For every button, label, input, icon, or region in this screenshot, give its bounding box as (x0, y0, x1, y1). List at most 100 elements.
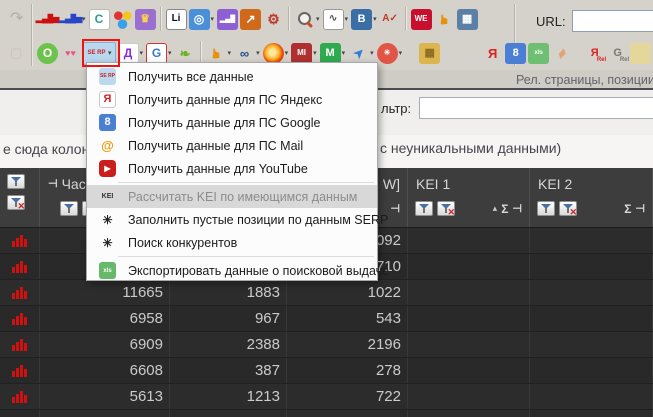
xls-export-button[interactable]: xls (528, 42, 550, 64)
hand-orange-button[interactable]: ☛ (206, 43, 227, 64)
trend-orange-button[interactable]: ↗ (240, 8, 262, 30)
eraser-button[interactable]: ▰ (551, 43, 572, 64)
menu-item-get-all-data[interactable]: SE RP Получить все данные (87, 65, 377, 88)
leaf-green-icon[interactable]: ❧ (175, 43, 196, 64)
url-input[interactable] (571, 10, 653, 32)
yandex-rel-button[interactable]: Я Rel (584, 43, 606, 64)
red-bars-icon (12, 234, 27, 247)
mini-chart-button-caret[interactable]: ▾ (345, 15, 349, 23)
search-magnifier-button[interactable] (294, 9, 315, 30)
toolbar-separator (159, 7, 162, 31)
stats-purple-button[interactable]: ▂▄█ (217, 8, 239, 30)
calculator-button[interactable]: ▦ (456, 8, 478, 30)
mi-service-button-caret[interactable]: ▾ (313, 49, 317, 57)
pin-icon[interactable]: ⊣ (390, 202, 400, 215)
toolbar-separator (404, 7, 407, 31)
table-row[interactable]: 6909 2388 2196 (0, 332, 653, 358)
spy-incognito-button[interactable]: ∞ (234, 43, 255, 64)
target-blue-button[interactable]: ◎ (188, 8, 210, 30)
boot-blue-button-caret[interactable]: ▾ (370, 49, 374, 57)
filter-funnel-button[interactable] (415, 201, 433, 216)
yandex-direct-button-caret[interactable]: ▾ (140, 49, 144, 57)
m-green-button[interactable]: M (319, 42, 341, 64)
target-blue-button-caret[interactable]: ▾ (211, 15, 215, 23)
serp-button[interactable]: SE RP (86, 43, 107, 64)
collect-c-button[interactable]: C (88, 8, 110, 30)
mi-service-button[interactable]: MI (291, 42, 313, 64)
colored-dots-button[interactable] (111, 8, 133, 30)
menu-item-get-mail-icon: @ (101, 138, 114, 153)
tomato-red-button-caret[interactable]: ▾ (399, 49, 403, 57)
menu-item-calc-kei[interactable]: KEI Рассчитать KEI по имеющимся данным (87, 185, 377, 208)
column-header-kei2[interactable]: KEI 2 ✕ Σ ⊣ (530, 168, 653, 227)
cell-value-3: 278 (287, 358, 408, 383)
spellcheck-button[interactable]: A✓ (380, 9, 401, 30)
pin-icon[interactable]: ⊣ (48, 177, 58, 190)
table-row[interactable]: 6958 967 543 (0, 306, 653, 332)
filter-clear-button[interactable]: ✕ (559, 201, 577, 217)
m-green-button-caret[interactable]: ▾ (342, 49, 346, 57)
tools-wrench-icon[interactable]: ⚙ (263, 9, 284, 30)
filter-input[interactable] (419, 97, 653, 119)
filter-funnel-button[interactable] (60, 201, 78, 216)
filter-clear-button[interactable]: ✕ (7, 195, 25, 211)
boot-blue-button[interactable]: ➤ (348, 43, 369, 64)
liveinternet-button[interactable]: Li (165, 8, 187, 30)
hand-stop-button[interactable]: ☛ (434, 9, 455, 30)
yandex-direct-button[interactable]: Д (117, 42, 139, 64)
menu-item-calc-kei-icon: KEI (101, 193, 114, 200)
frequency-chart-blue-button[interactable]: ▂▄█▅ (59, 9, 83, 30)
cell-kei2 (530, 306, 653, 331)
cell-status (0, 358, 40, 383)
hand-orange-button-caret[interactable]: ▾ (228, 49, 232, 57)
google-g-button-caret[interactable]: ▾ (168, 49, 172, 57)
o-green-button[interactable]: O (37, 42, 58, 64)
filter-funnel-button[interactable] (537, 201, 555, 216)
cell-value-3: 448 (287, 410, 408, 417)
menu-item-get-youtube[interactable]: ▶ Получить данные для YouTube (87, 157, 377, 180)
filter-clear-button[interactable]: ✕ (437, 201, 455, 217)
table-row[interactable]: 11665 1883 1022 (0, 280, 653, 306)
menu-item-export-serp[interactable]: xls Экспортировать данные о поисковой выд… (87, 259, 389, 282)
menu-item-find-competitors[interactable]: ✳ Поиск конкурентов (87, 231, 377, 254)
google-g-button[interactable]: G (146, 42, 168, 64)
table-row[interactable]: 4817745448 (0, 410, 653, 417)
we-service-button[interactable]: WE (410, 8, 432, 30)
fireball-button[interactable] (262, 42, 284, 64)
pin-icon[interactable]: ⊣ (512, 202, 522, 215)
cell-frequency: 4817 (40, 410, 170, 417)
table-row[interactable]: 5613 1213 722 (0, 384, 653, 410)
search-magnifier-button-caret[interactable]: ▾ (316, 15, 320, 23)
yandex-collect-button[interactable]: Я (482, 43, 503, 64)
google-rel-button[interactable]: G Rel (607, 43, 629, 64)
package-yellow-button[interactable]: ▦ (419, 42, 441, 64)
sum-sigma-icon[interactable]: Σ (624, 202, 631, 216)
pin-icon[interactable]: ⊣ (635, 202, 645, 215)
serp-button-caret[interactable]: ▾ (108, 49, 112, 57)
redo-arrow-icon[interactable]: ↷ (10, 8, 23, 28)
partial-edge-button[interactable] (630, 42, 652, 64)
menu-item-fill-positions[interactable]: ✳ Заполнить пустые позиции по данным SERP (87, 208, 388, 231)
menu-item-get-mail[interactable]: @ Получить данные для ПС Mail (87, 134, 377, 157)
menu-item-get-mail-label: Получить данные для ПС Mail (128, 138, 304, 153)
spy-incognito-button-caret[interactable]: ▾ (256, 49, 260, 57)
sum-sigma-icon[interactable]: Σ (501, 202, 508, 216)
fireball-button-caret[interactable]: ▾ (285, 49, 289, 57)
crown-button[interactable]: ♛ (134, 8, 156, 30)
mini-chart-button[interactable]: ∿ (322, 8, 344, 30)
faded-disabled-icon[interactable]: ▢ (10, 45, 22, 61)
frequency-chart-blue-button-caret[interactable]: ▾ (82, 15, 86, 23)
tomato-red-button[interactable]: ✳ (376, 42, 398, 64)
b-service-button-caret[interactable]: ▾ (373, 15, 377, 23)
filter-funnel-button[interactable] (7, 174, 25, 189)
map-markers-button[interactable]: ♥♥ (60, 43, 81, 64)
table-row[interactable]: 6608 387 278 (0, 358, 653, 384)
google-collect-button[interactable]: 8 (505, 42, 527, 64)
frequency-chart-red-button[interactable]: ▂▄█▅ (36, 9, 60, 30)
menu-item-get-yandex[interactable]: Я Получить данные для ПС Яндекс (87, 88, 377, 111)
menu-item-get-google[interactable]: 8 Получить данные для ПС Google (87, 111, 377, 134)
sort-ascending-icon[interactable]: ▴ (493, 203, 498, 214)
column-header-kei1[interactable]: KEI 1 ✕ ▴ Σ ⊣ (408, 168, 530, 227)
b-service-button[interactable]: B (351, 8, 373, 30)
column-header-select[interactable]: ✕ (0, 168, 40, 227)
